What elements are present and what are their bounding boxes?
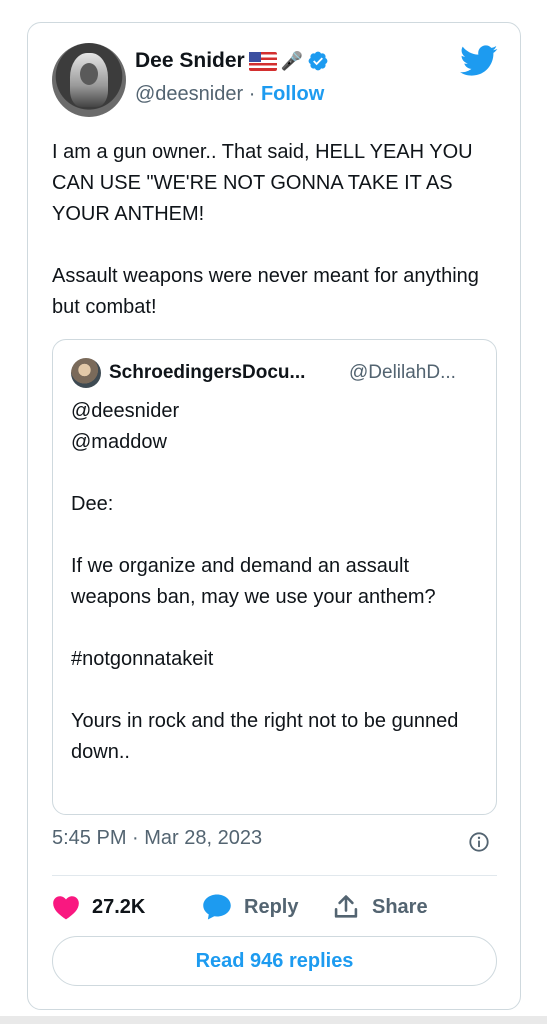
microphone-icon: 🎤 (280, 50, 304, 71)
verified-badge-icon (308, 51, 328, 71)
share-upload-icon (334, 895, 358, 918)
author-name[interactable]: Dee Snider (135, 49, 245, 73)
author-handle-row: @deesnider · Follow (135, 83, 324, 106)
tweet-timestamp[interactable]: 5:45 PM · Mar 28, 2023 (52, 827, 262, 850)
twitter-bird-icon[interactable] (460, 45, 498, 77)
author-avatar[interactable] (52, 43, 126, 117)
bottom-strip (0, 1016, 547, 1024)
share-label: Share (372, 895, 428, 918)
read-replies-label: Read 946 replies (195, 949, 354, 972)
quoted-tweet[interactable]: SchroedingersDocu... @DelilahD... @deesn… (52, 339, 497, 815)
quoted-tweet-text: @deesnider @maddow Dee: If we organize a… (71, 400, 459, 763)
read-replies-button[interactable]: Read 946 replies (52, 936, 497, 986)
quoted-author-avatar[interactable] (71, 358, 101, 388)
heart-icon (53, 896, 79, 920)
handle-separator: · (243, 83, 261, 105)
speech-bubble-icon (203, 894, 231, 920)
follow-button[interactable]: Follow (261, 83, 324, 105)
action-bar: 27.2K Reply Share (52, 889, 428, 925)
like-count: 27.2K (92, 895, 146, 918)
author-name-row[interactable]: Dee Snider 🎤 (135, 49, 329, 73)
divider (52, 875, 497, 876)
reply-button[interactable]: Reply (202, 893, 332, 921)
tweet-embed-card: Dee Snider 🎤 @deesnider · Follow I am a … (27, 22, 521, 1010)
share-button[interactable]: Share (332, 893, 428, 921)
reply-label: Reply (244, 895, 299, 918)
tweet-text: I am a gun owner.. That said, HELL YEAH … (52, 141, 479, 318)
quoted-author-name[interactable]: SchroedingersDocu... (109, 362, 305, 384)
avatar-face (80, 63, 98, 85)
info-circle-icon[interactable] (468, 831, 490, 853)
quoted-author-handle[interactable]: @DelilahD... (349, 362, 456, 384)
author-handle[interactable]: @deesnider (135, 83, 243, 105)
us-flag-icon (248, 51, 277, 71)
like-button[interactable]: 27.2K (52, 894, 202, 920)
